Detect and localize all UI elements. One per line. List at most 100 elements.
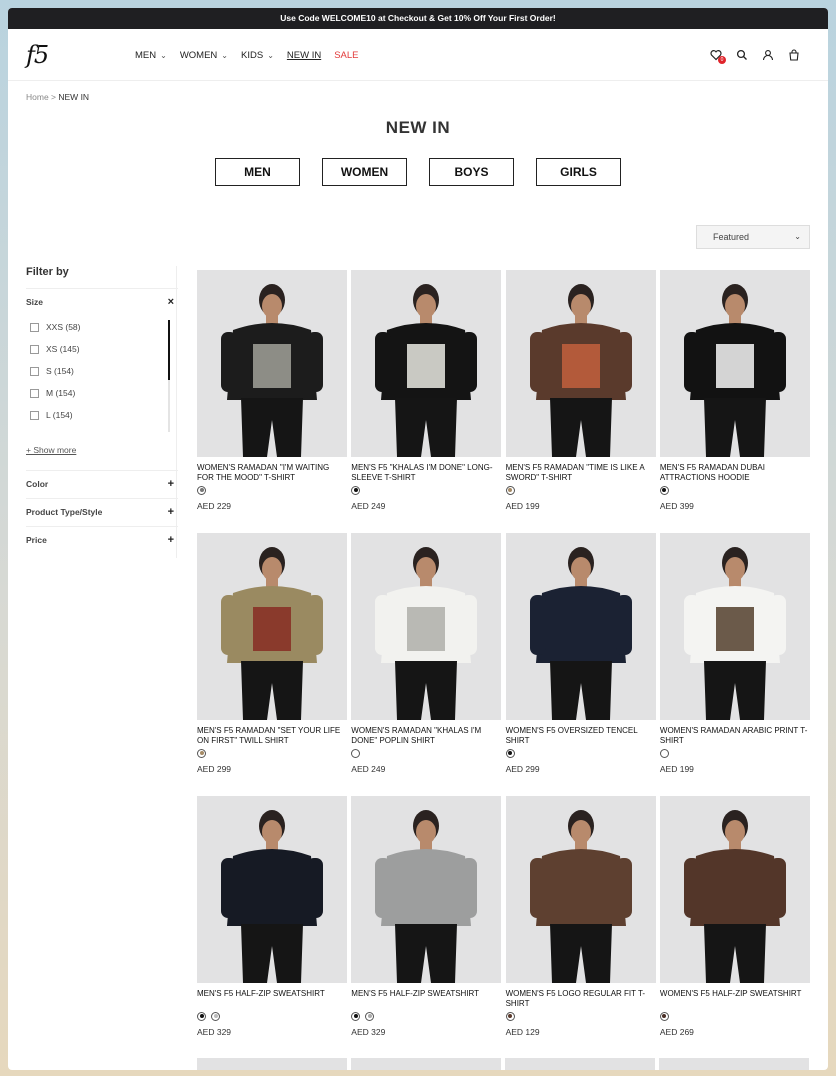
color-swatch[interactable] [351,748,361,758]
product-card[interactable]: WOMEN'S RAMADAN ARABIC PRINT T-SHIRT AED … [659,533,810,796]
product-card[interactable]: MEN'S F5 HALF-ZIP SWEATSHIRT AED 329 [351,796,502,1059]
color-swatch[interactable] [505,748,515,758]
product-name[interactable]: MEN'S F5 HALF-ZIP SWEATSHIRT [351,989,501,1010]
size-option[interactable]: XXS (58) [26,316,178,338]
product-image[interactable] [197,533,347,720]
size-checkbox[interactable] [30,322,39,332]
close-icon[interactable]: × [168,289,174,316]
color-swatch[interactable] [351,485,361,495]
show-more-link[interactable]: + Show more [26,434,178,470]
wishlist-icon[interactable]: 0 [710,48,726,64]
color-swatch[interactable] [505,485,515,495]
color-swatch[interactable] [365,1011,375,1021]
product-card[interactable]: MEN'S F5 RAMADAN DUBAI ATTRACTIONS HOODI… [659,270,810,533]
category-men-button[interactable]: MEN [215,158,300,186]
color-swatch[interactable] [197,485,206,495]
color-swatch[interactable] [659,485,669,495]
product-image[interactable] [351,270,502,457]
color-swatch[interactable] [197,748,206,758]
size-checkbox[interactable] [30,410,39,420]
nav-item-new-in[interactable]: NEW IN [287,50,321,61]
filter-color-section[interactable]: Color + [26,471,178,499]
product-card[interactable]: MEN'S F5 RAMADAN "TIME IS LIKE A SWORD" … [505,270,656,533]
model-figure [375,810,478,983]
plus-icon[interactable]: + [168,527,174,554]
category-boys-button[interactable]: BOYS [429,158,514,186]
filter-type-section[interactable]: Product Type/Style + [26,499,178,527]
product-image[interactable] [659,270,810,457]
filter-size-header[interactable]: Size × [26,289,178,316]
size-option[interactable]: M (154) [26,382,178,404]
product-image[interactable] [659,796,810,983]
color-swatch[interactable] [211,1011,220,1021]
product-name[interactable]: WOMEN'S RAMADAN ARABIC PRINT T-SHIRT [660,726,810,747]
product-card[interactable]: WOMEN'S F5 OVERSIZED TENCEL SHIRT AED 299 [505,533,656,796]
color-swatches [505,484,656,496]
product-image-peek[interactable] [505,1058,655,1070]
size-checkbox[interactable] [30,366,39,376]
product-image[interactable] [505,533,656,720]
plus-icon[interactable]: + [168,471,174,498]
color-swatch[interactable] [351,1011,361,1021]
product-image[interactable] [659,533,810,720]
product-image-peek[interactable] [351,1058,501,1070]
model-figure [683,547,786,720]
product-card[interactable]: WOMEN'S F5 HALF-ZIP SWEATSHIRT AED 269 [659,796,810,1059]
product-price: AED 329 [197,1027,232,1037]
product-name[interactable]: WOMEN'S F5 HALF-ZIP SWEATSHIRT [660,989,810,1010]
product-name[interactable]: MEN'S F5 RAMADAN DUBAI ATTRACTIONS HOODI… [660,463,810,484]
plus-icon[interactable]: + [168,499,174,526]
product-image[interactable] [505,270,656,457]
size-option[interactable]: L (154) [26,404,178,426]
color-swatch[interactable] [659,1011,669,1021]
product-image[interactable] [351,533,502,720]
nav-item-kids[interactable]: KIDS ⌄ [241,50,274,61]
product-image-peek[interactable] [197,1058,347,1070]
product-image[interactable] [505,796,656,983]
product-image-peek[interactable] [659,1058,809,1070]
size-scroll-thumb[interactable] [168,320,170,380]
account-icon[interactable] [762,48,774,61]
product-name[interactable]: MEN'S F5 RAMADAN "TIME IS LIKE A SWORD" … [506,463,656,484]
product-image[interactable] [197,270,347,457]
product-name[interactable]: MEN'S F5 RAMADAN "SET YOUR LIFE ON FIRST… [197,726,347,747]
breadcrumb-home[interactable]: Home [26,92,49,102]
product-image[interactable] [351,796,502,983]
cart-icon[interactable] [788,48,800,61]
category-girls-button[interactable]: GIRLS [536,158,621,186]
filter-price-section[interactable]: Price + [26,527,178,554]
filter-type-label: Product Type/Style [26,507,103,517]
product-card[interactable]: WOMEN'S F5 LOGO REGULAR FIT T-SHIRT AED 1… [505,796,656,1059]
product-image[interactable] [197,796,347,983]
product-name[interactable]: WOMEN'S F5 OVERSIZED TENCEL SHIRT [506,726,656,747]
product-name[interactable]: MEN'S F5 HALF-ZIP SWEATSHIRT [197,989,347,1010]
search-icon[interactable] [736,48,748,60]
product-name[interactable]: MEN'S F5 "KHALAS I'M DONE" LONG-SLEEVE T… [351,463,501,484]
color-swatch[interactable] [197,1011,206,1021]
size-label: XXS (58) [46,322,81,332]
brand-logo[interactable]: f5 [26,41,49,69]
product-card[interactable]: MEN'S F5 RAMADAN "SET YOUR LIFE ON FIRST… [197,533,347,796]
promo-banner[interactable]: Use Code WELCOME10 at Checkout & Get 10%… [8,8,828,29]
nav-item-women[interactable]: WOMEN ⌄ [180,50,228,61]
size-checkbox[interactable] [30,388,39,398]
category-buttons: MEN WOMEN BOYS GIRLS [215,158,621,186]
size-checkbox[interactable] [30,344,39,354]
product-card[interactable]: WOMEN'S RAMADAN "KHALAS I'M DONE" POPLIN… [351,533,502,796]
filter-price-label: Price [26,535,47,545]
product-card[interactable]: WOMEN'S RAMADAN "I'M WAITING FOR THE MOO… [197,270,347,533]
wishlist-count-badge: 0 [718,56,726,64]
category-women-button[interactable]: WOMEN [322,158,407,186]
color-swatch[interactable] [659,748,669,758]
color-swatch[interactable] [505,1011,515,1021]
product-card[interactable]: MEN'S F5 "KHALAS I'M DONE" LONG-SLEEVE T… [351,270,502,533]
product-name[interactable]: WOMEN'S RAMADAN "KHALAS I'M DONE" POPLIN… [351,726,501,747]
nav-item-men[interactable]: MEN ⌄ [135,50,167,61]
size-option[interactable]: XS (145) [26,338,178,360]
product-card[interactable]: MEN'S F5 HALF-ZIP SWEATSHIRT AED 329 [197,796,347,1059]
nav-item-sale[interactable]: SALE [334,50,358,61]
product-name[interactable]: WOMEN'S F5 LOGO REGULAR FIT T-SHIRT [506,989,656,1010]
sort-select[interactable]: Featured ⌄ [696,225,810,249]
product-name[interactable]: WOMEN'S RAMADAN "I'M WAITING FOR THE MOO… [197,463,347,484]
size-option[interactable]: S (154) [26,360,178,382]
